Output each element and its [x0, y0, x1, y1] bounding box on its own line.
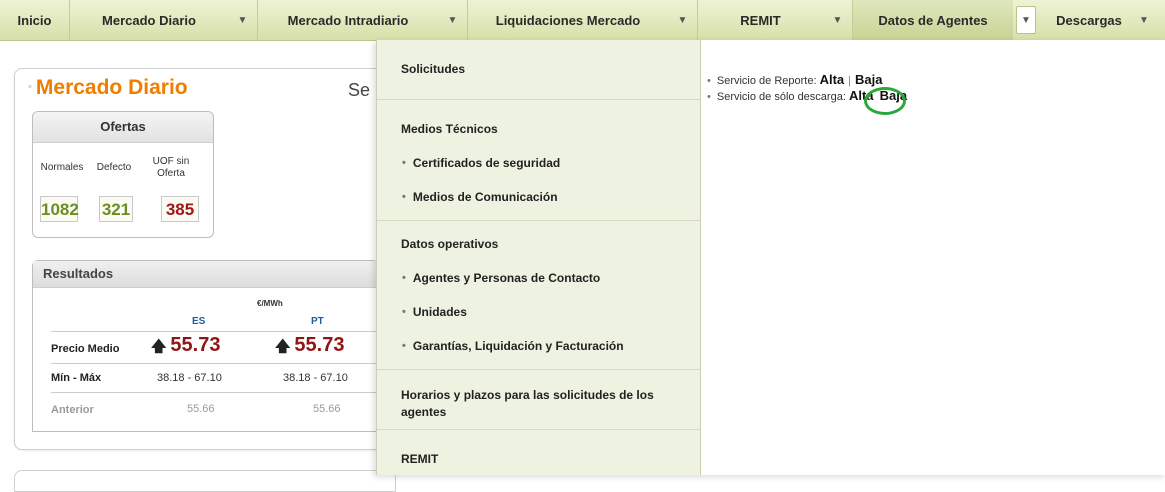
menu-item-label: Certificados de seguridad — [412, 156, 561, 170]
menu-divider — [377, 220, 700, 221]
resultados-box: Resultados €/MWh ES PT Precio Medio 🡅 55.… — [32, 260, 379, 432]
dropdown-menu-list: Solicitudes Medios Técnicos • Certificado… — [377, 40, 701, 475]
ofertas-label-normales: Normales — [40, 162, 84, 173]
resultados-divider — [51, 392, 376, 393]
nav-inicio[interactable]: Inicio — [0, 0, 70, 40]
ofertas-title: Ofertas — [33, 112, 213, 143]
menu-item-label: Agentes y Personas de Contacto — [412, 271, 601, 285]
min-max-pt: 38.18 - 67.10 — [283, 372, 348, 384]
nav-mercado-intradiario[interactable]: Mercado Intradiario — [258, 0, 438, 40]
menu-solicitudes[interactable]: Solicitudes — [377, 40, 700, 98]
menu-divider — [377, 99, 700, 100]
remit-chevron-down-icon[interactable]: ▼ — [823, 0, 853, 40]
menu-divider — [377, 429, 700, 430]
nav-descargas[interactable]: Descargas — [1039, 0, 1139, 40]
bullet-icon: • — [402, 306, 406, 318]
menu-datos-operativos[interactable]: Datos operativos — [377, 227, 700, 261]
nav-liquidaciones-mercado[interactable]: Liquidaciones Mercado — [468, 0, 668, 40]
menu-remit[interactable]: REMIT — [377, 444, 700, 474]
row-label-precio-medio: Precio Medio — [51, 343, 120, 355]
resultados-title: Resultados — [33, 261, 378, 288]
nav-mercado-diario[interactable]: Mercado Diario — [70, 0, 228, 40]
main-nav: Inicio Mercado Diario ▼ Mercado Intradia… — [0, 0, 1165, 41]
servicio-descarga-label: Servicio de sólo descarga: — [716, 91, 846, 103]
bullet-icon: • — [707, 75, 711, 87]
resultados-col-es: ES — [192, 316, 206, 327]
menu-unidades[interactable]: • Unidades — [377, 295, 700, 329]
resultados-divider — [51, 331, 376, 332]
nav-remit[interactable]: REMIT — [698, 0, 823, 40]
ofertas-label-uof-sin-oferta: UOF sin Oferta — [152, 156, 190, 179]
datos-agentes-dropdown: Solicitudes Medios Técnicos • Certificado… — [376, 40, 1165, 475]
row-label-anterior: Anterior — [51, 404, 94, 416]
menu-horarios-plazos[interactable]: Horarios y plazos para las solicitudes d… — [377, 384, 700, 424]
bullet-icon: • — [402, 340, 406, 352]
precio-medio-pt: 🡅 55.73 — [275, 334, 344, 361]
mercado-intradiario-chevron-down-icon[interactable]: ▼ — [438, 0, 468, 40]
lower-panel — [14, 470, 396, 492]
servicio-reporte-baja-link[interactable]: Baja — [855, 72, 882, 87]
link-separator: | — [848, 75, 852, 87]
menu-garantias-liquidacion[interactable]: • Garantías, Liquidación y Facturación — [377, 329, 700, 363]
price-up-arrow-icon: 🡅 — [151, 338, 167, 355]
anterior-pt: 55.66 — [313, 403, 341, 415]
menu-agentes-personas-contacto[interactable]: • Agentes y Personas de Contacto — [377, 261, 700, 295]
mercado-diario-chevron-down-icon[interactable]: ▼ — [228, 0, 258, 40]
bullet-icon: • — [707, 91, 711, 103]
row-label-min-max: Mín - Máx — [51, 372, 102, 384]
ofertas-label-defecto: Defecto — [96, 162, 132, 173]
ofertas-value-normales[interactable]: 1082 — [40, 196, 79, 222]
highlight-circle-annotation — [864, 87, 906, 115]
menu-item-label: Medios de Comunicación — [412, 190, 558, 204]
menu-medios-tecnicos[interactable]: Medios Técnicos — [377, 112, 700, 146]
ofertas-box: Ofertas Normales Defecto UOF sin Oferta … — [32, 111, 214, 238]
servicio-reporte-label: Servicio de Reporte: — [716, 75, 817, 87]
datos-agentes-chevron-down-icon[interactable]: ▼ — [1016, 6, 1036, 34]
servicio-reporte-alta-link[interactable]: Alta — [820, 72, 845, 87]
descargas-chevron-down-icon[interactable]: ▼ — [1139, 0, 1159, 40]
page-title[interactable]: ◦ Mercado Diario — [28, 76, 188, 100]
servicio-reporte-row: • Servicio de Reporte: Alta | Baja — [707, 72, 882, 87]
precio-medio-pt-value: 55.73 — [294, 334, 345, 356]
resultados-col-pt: PT — [311, 316, 324, 327]
menu-divider — [377, 369, 700, 370]
bullet-icon: • — [402, 272, 406, 284]
title-bullet-icon: ◦ — [28, 81, 32, 93]
ofertas-value-defecto[interactable]: 321 — [99, 196, 133, 222]
bullet-icon: • — [402, 157, 406, 169]
min-max-es: 38.18 - 67.10 — [157, 372, 222, 384]
price-up-arrow-icon: 🡅 — [275, 338, 291, 355]
menu-medios-comunicacion[interactable]: • Medios de Comunicación — [377, 180, 700, 214]
resultados-divider — [51, 363, 376, 364]
precio-medio-es-value: 55.73 — [170, 334, 221, 356]
ofertas-value-uof-sin-oferta[interactable]: 385 — [161, 196, 199, 222]
truncated-text: Se — [348, 80, 371, 100]
menu-item-label: Garantías, Liquidación y Facturación — [412, 339, 624, 353]
page-title-text: Mercado Diario — [35, 76, 188, 99]
anterior-es: 55.66 — [187, 403, 215, 415]
resultados-unit: €/MWh — [257, 299, 283, 308]
liquidaciones-chevron-down-icon[interactable]: ▼ — [668, 0, 698, 40]
nav-datos-de-agentes[interactable]: Datos de Agentes — [853, 0, 1013, 40]
menu-item-label: Unidades — [412, 305, 467, 319]
precio-medio-es: 🡅 55.73 — [151, 334, 220, 361]
bullet-icon: • — [402, 191, 406, 203]
menu-certificados-seguridad[interactable]: • Certificados de seguridad — [377, 146, 700, 180]
